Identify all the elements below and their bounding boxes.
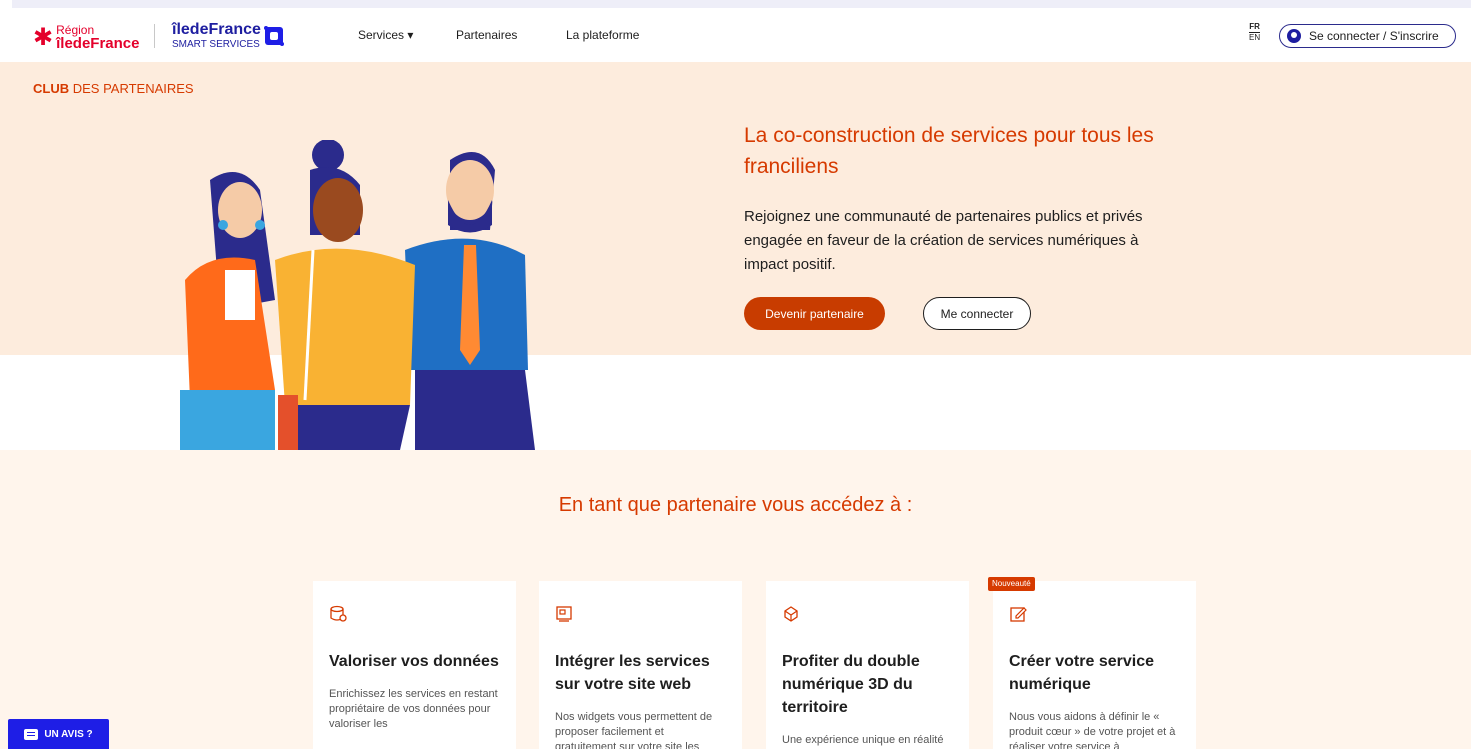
data-icon — [330, 605, 347, 622]
cube-3d-icon — [784, 606, 798, 622]
benefit-card-data[interactable]: Valoriser vos données Enrichissez les se… — [313, 581, 516, 749]
smart-services-mark-icon — [264, 26, 284, 46]
hero-title: La co-construction de services pour tous… — [744, 124, 1154, 178]
logo-divider — [154, 24, 155, 48]
benefit-card-title: Valoriser vos données — [329, 653, 499, 670]
login-label: Se connecter / S'inscrire — [1309, 29, 1439, 43]
club-label-rest: DES PARTENAIRES — [69, 81, 194, 96]
benefit-card-text: Nos widgets vous permettent de proposer … — [555, 711, 713, 749]
club-label-bold: CLUB — [33, 81, 70, 96]
smart-services-logo-sub: SMART SERVICES — [172, 39, 260, 50]
region-star-icon: ✱ — [33, 23, 54, 51]
nav-plateforme[interactable]: La plateforme — [566, 28, 639, 42]
smart-services-logo-title: îledeFrance — [172, 21, 261, 38]
login-partner-button[interactable]: Me connecter — [923, 297, 1031, 330]
club-label: CLUB DES PARTENAIRES — [33, 81, 194, 96]
benefit-card-text: Une expérience unique en réalité augment… — [782, 734, 944, 746]
widget-icon — [556, 606, 572, 622]
hero-description: Rejoignez une communauté de partenaires … — [744, 208, 1143, 273]
benefit-card-3d[interactable]: Profiter du double numérique 3D du terri… — [766, 581, 969, 749]
chat-icon — [24, 728, 39, 740]
benefit-card-create[interactable]: Créer votre service numérique Nous vous … — [993, 581, 1196, 749]
smart-services-logo[interactable]: îledeFrance SMART SERVICES — [172, 22, 261, 50]
become-partner-button[interactable]: Devenir partenaire — [744, 297, 885, 330]
lang-fr[interactable]: FR — [1249, 22, 1261, 33]
lang-en[interactable]: EN — [1249, 33, 1260, 43]
edit-icon — [1010, 607, 1027, 622]
region-logo[interactable]: ✱ Région îledeFrance — [33, 24, 139, 51]
region-logo-line2: îledeFrance — [56, 35, 140, 52]
user-icon — [1287, 29, 1301, 43]
benefit-card-text: Nous vous aidons à définir le « produit … — [1009, 711, 1176, 749]
site-header: ✱ Région îledeFrance îledeFrance SMART S… — [0, 8, 1471, 62]
new-badge: Nouveauté — [988, 577, 1035, 591]
partners-illustration — [180, 140, 535, 450]
benefit-card-title: Créer votre service numérique — [1009, 653, 1154, 693]
benefits-title: En tant que partenaire vous accédez à : — [558, 494, 913, 516]
benefit-card-text: Enrichissez les services en restant prop… — [329, 688, 498, 730]
top-strip — [0, 0, 1471, 8]
feedback-button[interactable]: UN AVIS ? — [8, 719, 109, 749]
nav-partenaires[interactable]: Partenaires — [456, 28, 517, 42]
language-switch: FR EN — [1249, 22, 1261, 43]
feedback-label: UN AVIS ? — [44, 728, 93, 740]
nav-services[interactable]: Services ▾ — [358, 28, 413, 42]
login-button[interactable]: Se connecter / S'inscrire — [1279, 24, 1456, 48]
benefit-card-widgets[interactable]: Intégrer les services sur votre site web… — [539, 581, 742, 749]
benefit-card-title: Profiter du double numérique 3D du terri… — [782, 653, 920, 716]
benefit-card-title: Intégrer les services sur votre site web — [555, 653, 710, 693]
